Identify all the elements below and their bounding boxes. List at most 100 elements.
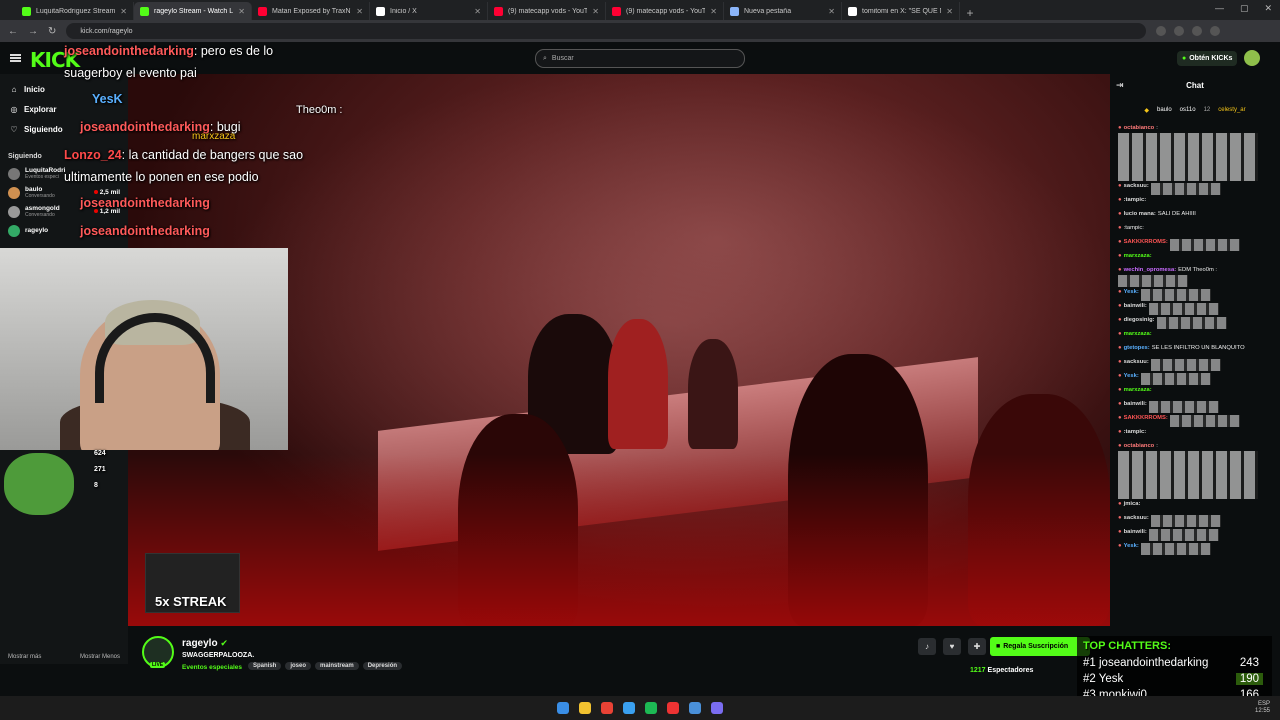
chat-username[interactable]: Yesk: [1124, 289, 1139, 295]
chat-username[interactable]: Yesk: [1124, 543, 1139, 549]
chat-username[interactable]: octabianco [1124, 125, 1155, 131]
browser-tab[interactable]: LuquitaRodriguez Stream - Wat ✕ [16, 2, 134, 20]
leader-count-1: 12 [1203, 107, 1211, 113]
collapse-chat-icon[interactable]: ⇥ [1116, 80, 1124, 91]
profile-icon[interactable] [1192, 26, 1203, 36]
tab-close-icon[interactable]: ✕ [592, 7, 599, 16]
chat-emote-icon [1148, 303, 1219, 315]
browser-tab[interactable]: rageylo Stream - Watch Li ✕ [134, 2, 252, 20]
tab-close-icon[interactable]: ✕ [238, 7, 245, 16]
chat-message: ● sacksuu: [1110, 514, 1280, 528]
chat-username[interactable]: bainwili: [1124, 529, 1147, 535]
tab-title: Matan Exposed by TraxNYC - Y [272, 7, 351, 15]
language-indicator[interactable]: ESP [1255, 701, 1270, 708]
bookmark-star-icon[interactable] [1174, 26, 1185, 36]
chat-username[interactable]: bainwili: [1124, 401, 1147, 407]
tab-favicon-icon [22, 6, 31, 16]
channel-avatar [8, 167, 20, 180]
back-icon[interactable]: ← [8, 26, 18, 37]
new-tab-icon[interactable]: + [960, 6, 980, 20]
browser-tab[interactable]: (9) matecapp vods - YouTube ✕ [606, 2, 724, 20]
top-chatters-title: TOP CHATTERS: [1083, 640, 1172, 652]
user-badge-icon: ● [1118, 267, 1122, 273]
tab-close-icon[interactable]: ✕ [356, 7, 363, 16]
streak-label: 5x STREAK [155, 594, 227, 609]
user-badge-icon: ● [1118, 211, 1122, 217]
stream-tag[interactable]: Spanish [248, 662, 282, 670]
clock[interactable]: 12:55 [1255, 708, 1270, 715]
leader-user-3[interactable]: celesty_ar [1218, 107, 1245, 113]
steam-icon[interactable] [623, 702, 635, 714]
leader-user-1[interactable]: baulo [1157, 107, 1172, 113]
hamburger-menu-icon[interactable] [10, 54, 21, 62]
chat-username[interactable]: marxzaza: [1124, 253, 1152, 259]
tab-close-icon[interactable]: ✕ [710, 7, 717, 16]
address-bar[interactable]: kick.com/rageylo [66, 23, 1147, 39]
user-avatar[interactable] [1244, 50, 1260, 66]
maximize-icon[interactable]: ▢ [1240, 3, 1249, 14]
chat-username[interactable]: sacksuu: [1124, 515, 1149, 521]
chat-username[interactable]: sacksuu: [1124, 183, 1149, 189]
stream-tag[interactable]: joseo [285, 662, 312, 670]
channel-name[interactable]: rageylo ✔ [182, 638, 228, 649]
live-dot-icon [93, 190, 98, 194]
stream-category[interactable]: Eventos especiales [182, 664, 242, 671]
user-badge-icon: ● [1118, 183, 1122, 189]
tab-close-icon[interactable]: ✕ [474, 7, 481, 16]
chat-username[interactable]: lucio mana: [1124, 211, 1156, 217]
browser-tab[interactable]: Matan Exposed by TraxNYC - Y ✕ [252, 2, 370, 20]
tab-close-icon[interactable]: ✕ [946, 7, 953, 16]
chat-username[interactable]: gtetopes: [1124, 345, 1150, 351]
tab-favicon-icon [258, 6, 267, 16]
forward-icon[interactable]: → [28, 26, 38, 37]
browser-tab[interactable]: tomitomi en X: "SE QUE ME FA ✕ [842, 2, 960, 20]
channel-avatar [8, 205, 20, 218]
overlay-username: YesK [92, 92, 123, 106]
chat-username[interactable]: octabianco [1124, 443, 1155, 449]
chat-username[interactable]: wechin_opromesa: [1124, 267, 1177, 273]
show-more-link[interactable]: Mostrar más [8, 654, 41, 660]
mail-icon[interactable] [689, 702, 701, 714]
chat-username[interactable]: marxzaza: [1124, 387, 1152, 393]
chrome-icon[interactable] [601, 702, 613, 714]
start-icon[interactable] [557, 702, 569, 714]
close-window-icon[interactable]: ✕ [1264, 3, 1272, 14]
discord-icon[interactable] [711, 702, 723, 714]
chat-message-list[interactable]: ● octabianco: ● sacksuu: ●:tampic: ● lucio man… [1110, 124, 1280, 556]
extension-icon[interactable] [1156, 26, 1167, 36]
chat-username[interactable]: marxzaza: [1124, 331, 1152, 337]
browser-tab[interactable]: Nueva pestaña ✕ [724, 2, 842, 20]
leader-user-2[interactable]: os11o [1180, 107, 1196, 113]
user-badge-icon: ● [1118, 373, 1122, 379]
search-placeholder: Buscar [551, 55, 574, 62]
show-less-link[interactable]: Mostrar Menos [80, 654, 120, 660]
chat-username[interactable]: SAKKKRROMS: [1124, 239, 1168, 245]
spotify-icon[interactable] [645, 702, 657, 714]
chat-username[interactable]: :tampic: [1124, 197, 1147, 203]
file-explorer-icon[interactable] [579, 702, 591, 714]
browser-tab[interactable]: Inicio / X ✕ [370, 2, 488, 20]
get-kicks-button[interactable]: ● Obtén KICKs [1177, 51, 1238, 66]
tab-close-icon[interactable]: ✕ [120, 7, 127, 16]
browser-tab[interactable]: (9) matecapp vods - YouTube ✕ [488, 2, 606, 20]
app-icon[interactable] [667, 702, 679, 714]
gift-subscription-button[interactable]: ■ Regala Suscripción [990, 637, 1090, 656]
chat-emote-icon [1148, 401, 1219, 413]
stream-tag[interactable]: Depresión [362, 662, 403, 670]
chat-username[interactable]: Yesk: [1124, 373, 1139, 379]
chat-username[interactable]: bainwili: [1124, 303, 1147, 309]
minimize-icon[interactable]: — [1215, 3, 1224, 14]
tab-close-icon[interactable]: ✕ [828, 7, 835, 16]
chat-username[interactable]: sacksuu: [1124, 359, 1149, 365]
chat-username[interactable]: SAKKKRROMS: [1124, 415, 1168, 421]
chat-username[interactable]: :tampic: [1124, 429, 1147, 435]
follow-heart-icon[interactable]: ♥ [943, 638, 961, 655]
chat-username[interactable]: jmica: [1124, 501, 1141, 507]
gift-icon[interactable]: ✚ [968, 638, 986, 655]
reload-icon[interactable]: ↻ [48, 26, 56, 37]
notification-bell-icon[interactable]: ♪ [918, 638, 936, 655]
stream-tag[interactable]: mainstream [315, 662, 359, 670]
search-input[interactable]: ⌕ Buscar [535, 49, 745, 68]
chat-username[interactable]: diegosinig: [1124, 317, 1155, 323]
menu-icon[interactable] [1210, 26, 1221, 36]
